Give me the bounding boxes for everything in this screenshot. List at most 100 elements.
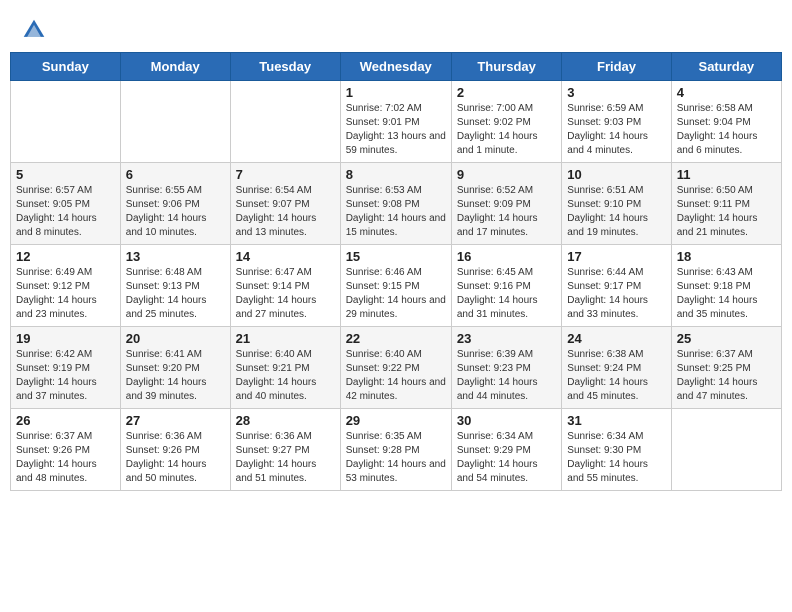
- cell-info: Sunrise: 6:59 AMSunset: 9:03 PMDaylight:…: [567, 102, 665, 158]
- cell-info: Sunrise: 6:41 AMSunset: 9:20 PMDaylight:…: [126, 348, 225, 404]
- cell-info: Sunrise: 6:40 AMSunset: 9:22 PMDaylight:…: [346, 348, 446, 404]
- cell-info: Sunrise: 6:51 AMSunset: 9:10 PMDaylight:…: [567, 184, 665, 240]
- calendar-cell: [11, 81, 121, 163]
- calendar-cell: 7 Sunrise: 6:54 AMSunset: 9:07 PMDaylight…: [230, 163, 340, 245]
- calendar-cell: 15Sunrise: 6:46 AMSunset: 9:15 PMDayligh…: [340, 245, 451, 327]
- calendar-cell: 8 Sunrise: 6:53 AMSunset: 9:08 PMDaylight…: [340, 163, 451, 245]
- calendar-cell: 2 Sunrise: 7:00 AMSunset: 9:02 PMDaylight…: [451, 81, 561, 163]
- cell-info: Sunrise: 6:43 AMSunset: 9:18 PMDaylight:…: [677, 266, 776, 322]
- cell-info: Sunrise: 6:35 AMSunset: 9:28 PMDaylight:…: [346, 430, 446, 486]
- day-header-thursday: Thursday: [451, 53, 561, 81]
- logo: [22, 18, 50, 42]
- cell-info: Sunrise: 6:48 AMSunset: 9:13 PMDaylight:…: [126, 266, 225, 322]
- day-number: 8: [346, 167, 446, 182]
- day-number: 4: [677, 85, 776, 100]
- cell-info: Sunrise: 6:47 AMSunset: 9:14 PMDaylight:…: [236, 266, 335, 322]
- cell-info: Sunrise: 6:38 AMSunset: 9:24 PMDaylight:…: [567, 348, 665, 404]
- calendar-cell: [230, 81, 340, 163]
- calendar-cell: [120, 81, 230, 163]
- day-number: 21: [236, 331, 335, 346]
- calendar-cell: 4 Sunrise: 6:58 AMSunset: 9:04 PMDaylight…: [671, 81, 781, 163]
- calendar-cell: 10 Sunrise: 6:51 AMSunset: 9:10 PMDayligh…: [562, 163, 671, 245]
- calendar-cell: 9Sunrise: 6:52 AMSunset: 9:09 PMDaylight…: [451, 163, 561, 245]
- cell-info: Sunrise: 6:53 AMSunset: 9:08 PMDaylight:…: [346, 184, 446, 240]
- day-number: 7: [236, 167, 335, 182]
- day-header-wednesday: Wednesday: [340, 53, 451, 81]
- calendar-cell: 3 Sunrise: 6:59 AMSunset: 9:03 PMDaylight…: [562, 81, 671, 163]
- calendar-cell: 27Sunrise: 6:36 AMSunset: 9:26 PMDayligh…: [120, 409, 230, 491]
- day-number: 9: [457, 167, 556, 182]
- cell-info: Sunrise: 7:00 AMSunset: 9:02 PMDaylight:…: [457, 102, 556, 158]
- cell-info: Sunrise: 6:37 AMSunset: 9:25 PMDaylight:…: [677, 348, 776, 404]
- day-header-saturday: Saturday: [671, 53, 781, 81]
- cell-info: Sunrise: 6:49 AMSunset: 9:12 PMDaylight:…: [16, 266, 115, 322]
- calendar-cell: 31Sunrise: 6:34 AMSunset: 9:30 PMDayligh…: [562, 409, 671, 491]
- calendar-cell: 12 Sunrise: 6:49 AMSunset: 9:12 PMDayligh…: [11, 245, 121, 327]
- calendar-cell: 6 Sunrise: 6:55 AMSunset: 9:06 PMDaylight…: [120, 163, 230, 245]
- day-number: 11: [677, 167, 776, 182]
- day-number: 6: [126, 167, 225, 182]
- calendar-cell: 11 Sunrise: 6:50 AMSunset: 9:11 PMDayligh…: [671, 163, 781, 245]
- cell-info: Sunrise: 6:44 AMSunset: 9:17 PMDaylight:…: [567, 266, 665, 322]
- calendar-cell: 29 Sunrise: 6:35 AMSunset: 9:28 PMDayligh…: [340, 409, 451, 491]
- calendar-cell: [671, 409, 781, 491]
- day-number: 2: [457, 85, 556, 100]
- calendar-cell: 14 Sunrise: 6:47 AMSunset: 9:14 PMDayligh…: [230, 245, 340, 327]
- calendar-cell: 5 Sunrise: 6:57 AMSunset: 9:05 PMDaylight…: [11, 163, 121, 245]
- day-header-sunday: Sunday: [11, 53, 121, 81]
- cell-info: Sunrise: 6:39 AMSunset: 9:23 PMDaylight:…: [457, 348, 556, 404]
- day-number: 23: [457, 331, 556, 346]
- day-header-friday: Friday: [562, 53, 671, 81]
- page-header: [10, 10, 782, 46]
- calendar-cell: 25 Sunrise: 6:37 AMSunset: 9:25 PMDayligh…: [671, 327, 781, 409]
- day-number: 22: [346, 331, 446, 346]
- day-number: 25: [677, 331, 776, 346]
- cell-info: Sunrise: 6:40 AMSunset: 9:21 PMDaylight:…: [236, 348, 335, 404]
- day-number: 13: [126, 249, 225, 264]
- day-header-tuesday: Tuesday: [230, 53, 340, 81]
- day-number: 5: [16, 167, 115, 182]
- day-number: 20: [126, 331, 225, 346]
- day-number: 28: [236, 413, 335, 428]
- cell-info: Sunrise: 6:55 AMSunset: 9:06 PMDaylight:…: [126, 184, 225, 240]
- day-number: 19: [16, 331, 115, 346]
- cell-info: Sunrise: 6:50 AMSunset: 9:11 PMDaylight:…: [677, 184, 776, 240]
- calendar-cell: 20 Sunrise: 6:41 AMSunset: 9:20 PMDayligh…: [120, 327, 230, 409]
- day-header-monday: Monday: [120, 53, 230, 81]
- day-number: 29: [346, 413, 446, 428]
- cell-info: Sunrise: 6:57 AMSunset: 9:05 PMDaylight:…: [16, 184, 115, 240]
- calendar-cell: 16Sunrise: 6:45 AMSunset: 9:16 PMDayligh…: [451, 245, 561, 327]
- day-number: 27: [126, 413, 225, 428]
- cell-info: Sunrise: 7:02 AMSunset: 9:01 PMDaylight:…: [346, 102, 446, 158]
- cell-info: Sunrise: 6:58 AMSunset: 9:04 PMDaylight:…: [677, 102, 776, 158]
- cell-info: Sunrise: 6:45 AMSunset: 9:16 PMDaylight:…: [457, 266, 556, 322]
- day-number: 3: [567, 85, 665, 100]
- day-number: 31: [567, 413, 665, 428]
- calendar-cell: 21 Sunrise: 6:40 AMSunset: 9:21 PMDayligh…: [230, 327, 340, 409]
- calendar-cell: 23 Sunrise: 6:39 AMSunset: 9:23 PMDayligh…: [451, 327, 561, 409]
- cell-info: Sunrise: 6:42 AMSunset: 9:19 PMDaylight:…: [16, 348, 115, 404]
- calendar-cell: 22 Sunrise: 6:40 AMSunset: 9:22 PMDayligh…: [340, 327, 451, 409]
- day-number: 1: [346, 85, 446, 100]
- cell-info: Sunrise: 6:37 AMSunset: 9:26 PMDaylight:…: [16, 430, 115, 486]
- cell-info: Sunrise: 6:54 AMSunset: 9:07 PMDaylight:…: [236, 184, 335, 240]
- day-number: 10: [567, 167, 665, 182]
- calendar-cell: 17Sunrise: 6:44 AMSunset: 9:17 PMDayligh…: [562, 245, 671, 327]
- calendar-cell: 1 Sunrise: 7:02 AMSunset: 9:01 PMDaylight…: [340, 81, 451, 163]
- day-number: 30: [457, 413, 556, 428]
- cell-info: Sunrise: 6:36 AMSunset: 9:27 PMDaylight:…: [236, 430, 335, 486]
- calendar-cell: 30 Sunrise: 6:34 AMSunset: 9:29 PMDayligh…: [451, 409, 561, 491]
- calendar-table: SundayMondayTuesdayWednesdayThursdayFrid…: [10, 52, 782, 491]
- cell-info: Sunrise: 6:34 AMSunset: 9:29 PMDaylight:…: [457, 430, 556, 486]
- day-number: 24: [567, 331, 665, 346]
- day-number: 26: [16, 413, 115, 428]
- calendar-cell: 13 Sunrise: 6:48 AMSunset: 9:13 PMDayligh…: [120, 245, 230, 327]
- calendar-cell: 28 Sunrise: 6:36 AMSunset: 9:27 PMDayligh…: [230, 409, 340, 491]
- calendar-cell: 26 Sunrise: 6:37 AMSunset: 9:26 PMDayligh…: [11, 409, 121, 491]
- logo-icon: [22, 18, 46, 42]
- calendar-cell: 18Sunrise: 6:43 AMSunset: 9:18 PMDayligh…: [671, 245, 781, 327]
- calendar-cell: 24 Sunrise: 6:38 AMSunset: 9:24 PMDayligh…: [562, 327, 671, 409]
- day-number: 12: [16, 249, 115, 264]
- day-number: 14: [236, 249, 335, 264]
- calendar-cell: 19 Sunrise: 6:42 AMSunset: 9:19 PMDayligh…: [11, 327, 121, 409]
